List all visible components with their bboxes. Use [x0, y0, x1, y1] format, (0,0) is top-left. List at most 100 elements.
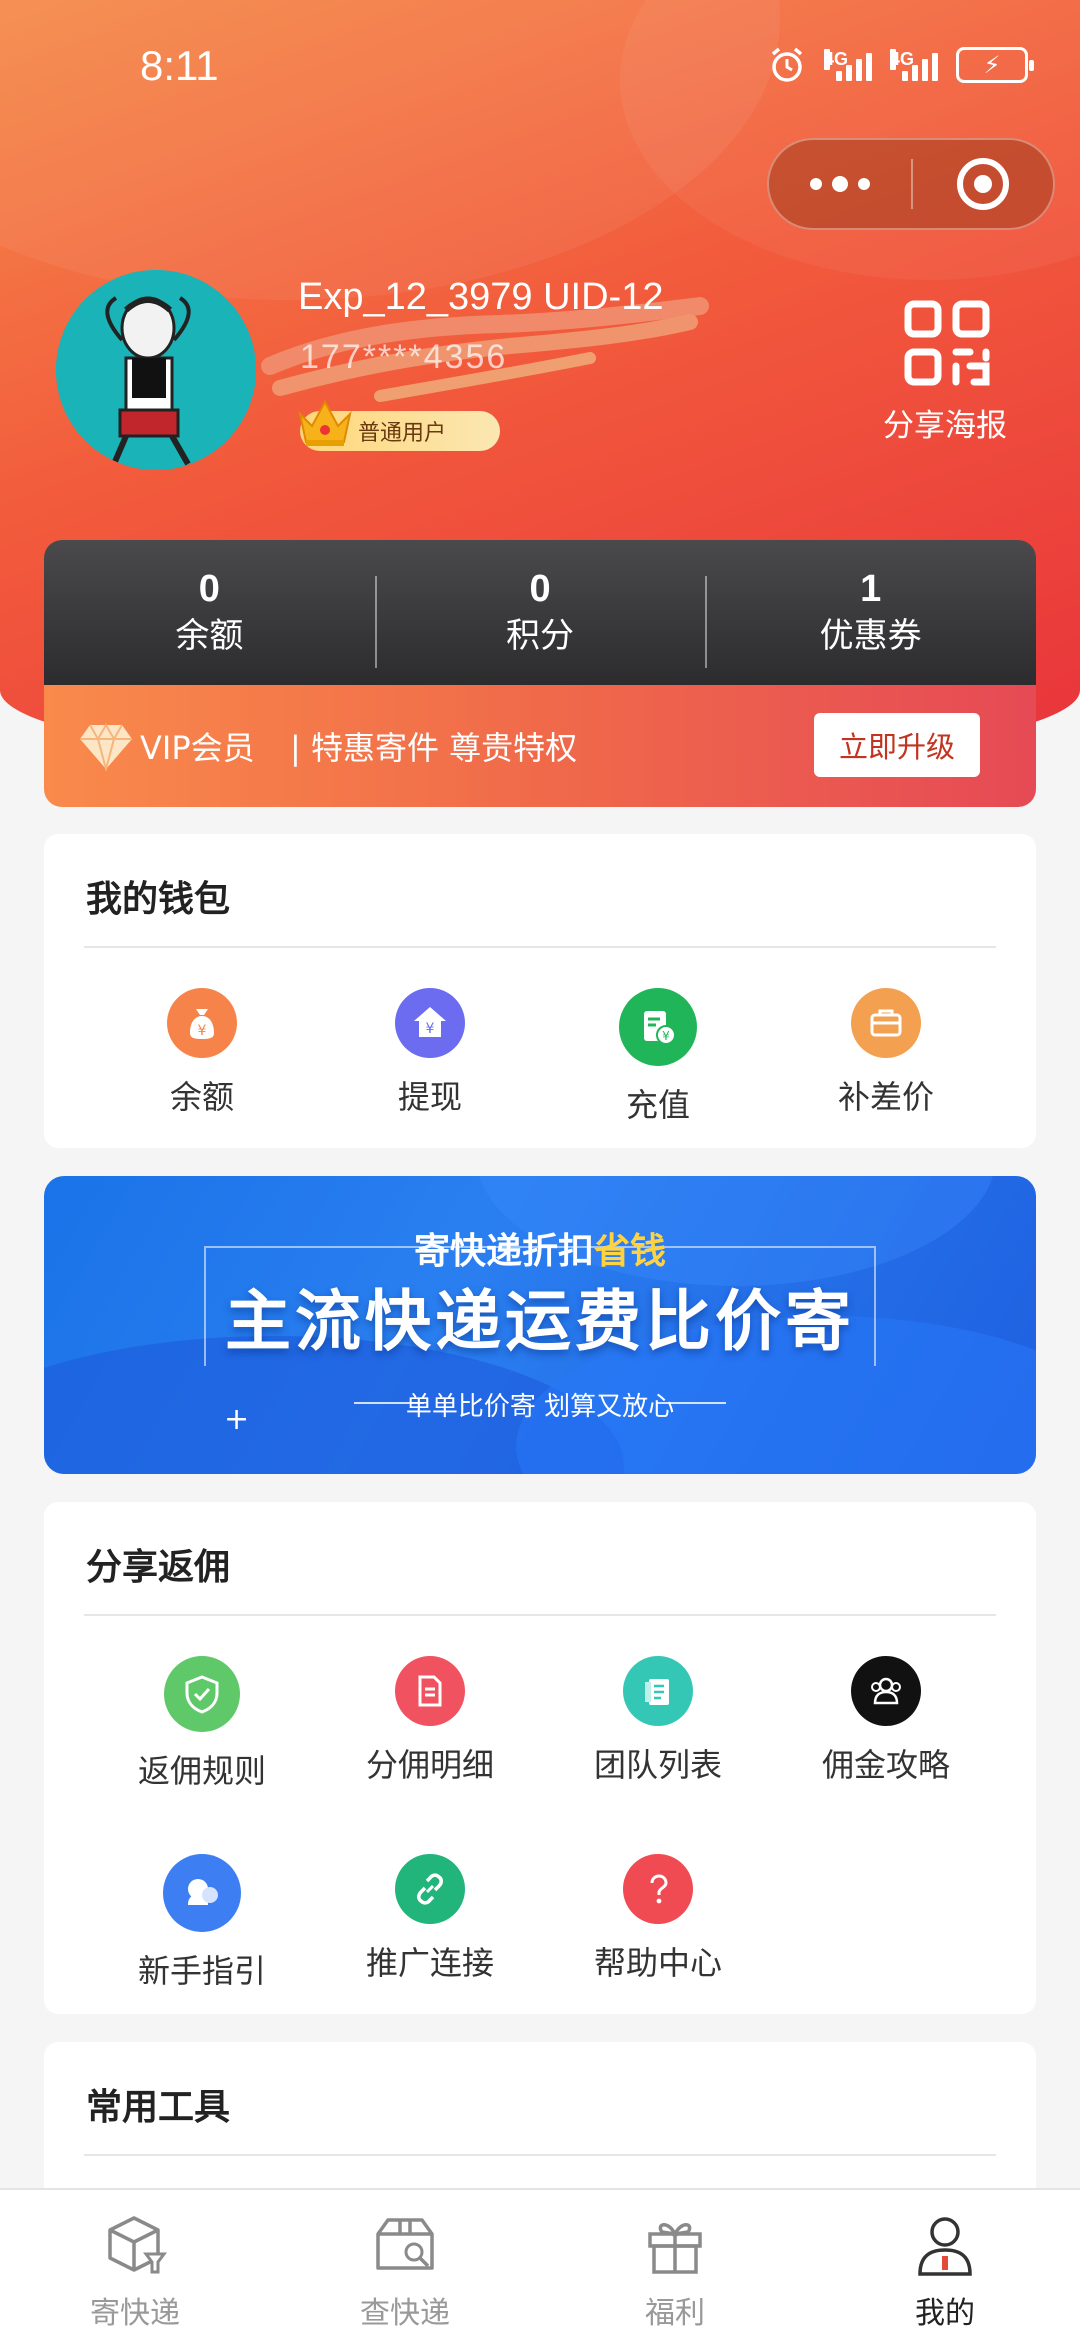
- money-bag-icon: ¥: [167, 988, 237, 1058]
- wallet-item-withdraw[interactable]: ¥ 提现: [316, 988, 544, 1118]
- share-poster-label: 分享海报: [883, 408, 1007, 444]
- tab-mine[interactable]: 我的: [810, 2190, 1080, 2340]
- share-item-guide[interactable]: 佣金攻略: [772, 1656, 1000, 1786]
- share-item-label: 分佣明细: [365, 1746, 494, 1784]
- shield-check-icon: [164, 1656, 240, 1732]
- vip-bar: VIP会员 | 特惠寄件 尊贵特权 立即升级: [44, 685, 1036, 807]
- gift-icon: [648, 2223, 702, 2274]
- share-item-label: 推广连接: [365, 1944, 494, 1982]
- wallet-item-label: 提现: [397, 1078, 462, 1116]
- network-label-2: 4G: [890, 49, 915, 70]
- tab-welfare[interactable]: 福利: [540, 2190, 810, 2340]
- wallet-item-label: 充值: [625, 1086, 690, 1124]
- more-dots-icon[interactable]: [769, 140, 911, 228]
- stat-points[interactable]: 0 积分: [374, 566, 706, 668]
- share-item-promo-link[interactable]: 推广连接: [316, 1854, 544, 1984]
- wallet-item-label: 补差价: [837, 1078, 934, 1116]
- track-package-icon: [376, 2218, 434, 2270]
- signal-2-icon: 4G: [890, 49, 938, 81]
- stat-label: 余额: [175, 615, 244, 656]
- alarm-icon: [771, 47, 803, 82]
- banner-main-text: 主流快递运费比价寄: [225, 1283, 855, 1360]
- send-package-icon: [108, 2216, 167, 2274]
- tab-label: 查快递: [360, 2296, 450, 2331]
- username: Exp_12_3979 UID-12: [298, 276, 664, 318]
- banner-top-text-main: 寄快递折扣: [413, 1231, 594, 1272]
- stat-value: 0: [529, 567, 551, 610]
- question-icon: [623, 1854, 693, 1924]
- share-item-newbie[interactable]: 新手指引: [88, 1854, 316, 1992]
- recharge-doc-icon: ¥: [619, 988, 697, 1066]
- document-list-icon: [395, 1656, 465, 1726]
- banner-top-text-highlight: 省钱: [594, 1231, 667, 1272]
- wallet-item-recharge[interactable]: ¥ 充值: [544, 988, 772, 1126]
- vip-description: | 特惠寄件 尊贵特权: [290, 729, 578, 767]
- tab-label: 福利: [645, 2296, 705, 2331]
- diamond-icon: [80, 722, 132, 771]
- share-poster-button[interactable]: 分享海报: [870, 300, 1020, 450]
- phone-number: 177****4356: [300, 338, 508, 376]
- tab-send-package[interactable]: 寄快递: [0, 2190, 270, 2340]
- stat-value: 1: [860, 567, 882, 610]
- network-label-1: 4G: [824, 49, 849, 70]
- tab-label: 寄快递: [90, 2296, 180, 2331]
- qr-code-icon: [904, 300, 990, 386]
- share-item-team[interactable]: 团队列表: [544, 1656, 772, 1786]
- wallet-item-label: 余额: [169, 1078, 234, 1116]
- profile-icon: [918, 2217, 972, 2276]
- share-item-help[interactable]: 帮助中心: [544, 1854, 772, 1984]
- status-time: 8:11: [140, 42, 219, 89]
- share-item-details[interactable]: 分佣明细: [316, 1656, 544, 1786]
- miniprogram-capsule: [767, 138, 1055, 230]
- wallet-title: 我的钱包: [86, 879, 231, 920]
- group-users-icon: [851, 1656, 921, 1726]
- wallet-item-balance[interactable]: ¥ 余额: [88, 988, 316, 1118]
- avatar[interactable]: [56, 270, 256, 470]
- plus-icon: +: [224, 1402, 250, 1437]
- wallet-item-price-diff[interactable]: 补差价: [772, 988, 1000, 1118]
- share-title: 分享返佣: [86, 1547, 231, 1588]
- share-item-label: 新手指引: [137, 1952, 266, 1990]
- briefcase-icon: [851, 988, 921, 1058]
- card-divider: [84, 946, 996, 948]
- banner-top-text: 寄快递折扣省钱: [44, 1222, 1036, 1274]
- avatar-figure-icon: [56, 270, 256, 470]
- banner-sub-text: 单单比价寄 划算又放心: [405, 1392, 675, 1422]
- promo-banner[interactable]: 寄快递折扣省钱 主流快递运费比价寄 单单比价寄 划算又放心 +: [44, 1176, 1036, 1474]
- svg-text:¥: ¥: [198, 1023, 207, 1039]
- upgrade-button[interactable]: 立即升级: [814, 713, 980, 777]
- status-bar: 8:11 4G 4G ⚡: [0, 0, 1080, 140]
- battery-icon: ⚡: [956, 47, 1034, 83]
- stat-label: 优惠券: [819, 615, 922, 656]
- stat-label: 积分: [506, 615, 574, 656]
- bottom-tab-bar: 寄快递 查快递 福利 我的: [0, 2188, 1080, 2340]
- card-divider: [84, 2154, 996, 2156]
- member-badge-label: 普通用户: [358, 421, 447, 446]
- share-item-label: 返佣规则: [137, 1752, 266, 1790]
- stats-card: 0 余额 0 积分 1 优惠券: [44, 540, 1036, 685]
- withdraw-house-icon: ¥: [395, 988, 465, 1058]
- tab-track-package[interactable]: 查快递: [270, 2190, 540, 2340]
- wallet-card: 我的钱包 ¥ 余额 ¥ 提现 ¥ 充值 补差价: [44, 834, 1036, 1148]
- card-divider: [84, 1614, 996, 1616]
- vip-title: VIP会员: [140, 729, 255, 767]
- stat-value: 0: [198, 567, 220, 610]
- notebook-icon: [623, 1656, 693, 1726]
- tools-title: 常用工具: [86, 2087, 231, 2128]
- target-close-icon[interactable]: [913, 140, 1053, 228]
- link-icon: [395, 1854, 465, 1924]
- crown-icon: [298, 399, 352, 446]
- share-item-label: 佣金攻略: [821, 1746, 950, 1784]
- share-item-rules[interactable]: 返佣规则: [88, 1656, 316, 1792]
- svg-text:¥: ¥: [426, 1021, 435, 1037]
- share-card: 分享返佣 返佣规则 分佣明细 团队列表 佣金攻略 新手指引 推广连接 帮助中心: [44, 1502, 1036, 2014]
- tab-label: 我的: [915, 2296, 975, 2331]
- status-icons: 4G 4G ⚡: [768, 46, 1034, 84]
- share-item-label: 帮助中心: [593, 1944, 722, 1982]
- share-item-label: 团队列表: [593, 1746, 722, 1784]
- signal-1-icon: 4G: [824, 49, 872, 81]
- svg-text:¥: ¥: [662, 1029, 670, 1043]
- stat-balance[interactable]: 0 余额: [44, 566, 375, 660]
- stat-coupons[interactable]: 1 优惠券: [705, 566, 1036, 668]
- chat-bubbles-icon: [163, 1854, 241, 1932]
